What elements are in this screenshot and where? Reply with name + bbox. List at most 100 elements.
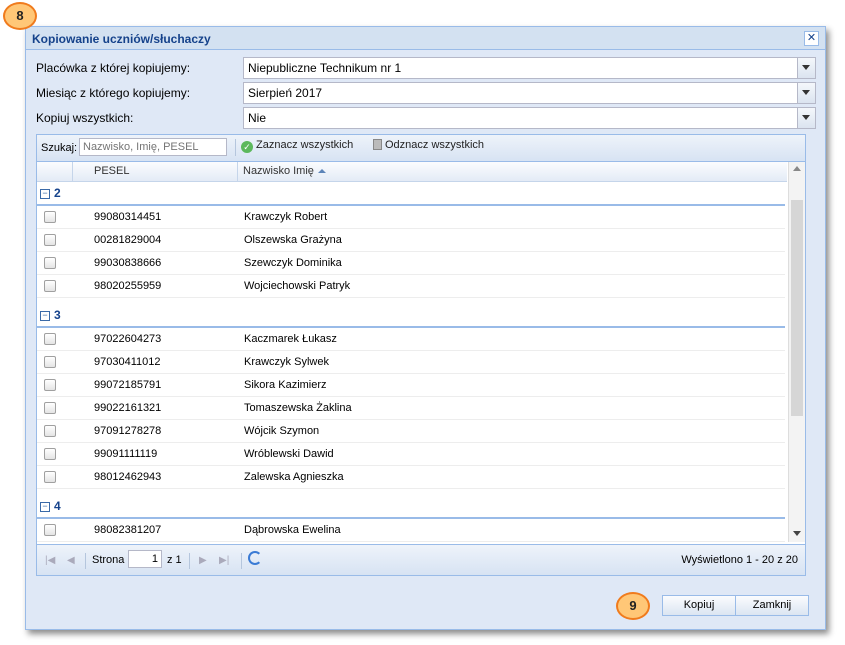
row-checkbox[interactable] [44,524,56,536]
row-checkbox[interactable] [44,425,56,437]
form-row-placowka: Placówka z której kopiujemy: Niepubliczn… [36,57,816,79]
search-input[interactable] [79,138,227,156]
paging-separator [85,553,86,569]
deselect-all-button[interactable]: Odznacz wszystkich [373,139,484,156]
grid-scrollbar[interactable] [788,162,805,542]
page-number-input[interactable] [128,550,162,568]
cell-pesel: 99030838666 [94,257,162,269]
row-checkbox[interactable] [44,448,56,460]
next-page-icon[interactable]: ▶ [199,555,207,566]
kopiuj-value: Nie [248,111,267,125]
copy-students-dialog: Kopiowanie uczniów/słuchaczy ✕ Placówka … [25,26,826,630]
table-row[interactable]: 98020255959 Wojciechowski Patryk [37,275,785,298]
cell-name: Wojciechowski Patryk [244,280,351,292]
table-row[interactable]: 98082381207 Dąbrowska Ewelina [37,519,785,542]
cell-name: Dąbrowska Ewelina [244,524,341,536]
first-page-icon[interactable]: |◀ [45,555,55,566]
row-checkbox[interactable] [44,379,56,391]
row-checkbox[interactable] [44,257,56,269]
cell-pesel: 98082381207 [94,524,162,536]
placowka-select[interactable]: Niepubliczne Technikum nr 1 [243,57,816,79]
sort-asc-icon [317,169,326,173]
column-header-pesel[interactable]: PESEL [94,162,129,181]
miesiac-label: Miesiąc z którego kopiujemy: [36,86,191,100]
table-row[interactable]: 98012462943 Zalewska Agnieszka [37,466,785,489]
row-checkbox[interactable] [44,280,56,292]
cell-name: Kaczmarek Łukasz [244,333,337,345]
toolbar-separator [235,139,236,156]
table-row[interactable]: 99072185791 Sikora Kazimierz [37,374,785,397]
cell-pesel: 97030411012 [94,356,161,368]
paging-info: Wyświetlono 1 - 20 z 20 [681,554,798,566]
group-label: 2 [54,186,61,200]
group-header[interactable]: −3 [37,304,785,328]
select-all-button[interactable]: ✓ Zaznacz wszystkich [241,139,353,156]
scrollbar-thumb[interactable] [791,200,803,416]
check-circle-icon: ✓ [241,141,253,153]
cell-pesel: 97022604273 [94,333,162,345]
page-label: Strona [92,554,125,566]
table-row[interactable]: 97022604273 Kaczmarek Łukasz [37,328,785,351]
table-row[interactable]: 99022161321 Tomaszewska Żaklina [37,397,785,420]
grid-body: −2 99080314451 Krawczyk Robert 00281829004 O… [37,182,787,542]
column-header-name-label: Nazwisko Imię [243,165,314,177]
deselect-all-label: Odznacz wszystkich [385,139,485,151]
group-header[interactable]: −2 [37,182,785,206]
cell-name: Tomaszewska Żaklina [244,402,352,414]
kopiuj-label: Kopiuj wszystkich: [36,111,134,125]
group-header[interactable]: −4 [37,495,785,519]
collapse-icon[interactable]: − [40,502,50,512]
column-header-name[interactable]: Nazwisko Imię [243,162,326,181]
callout-badge-8: 8 [3,2,37,30]
miesiac-select[interactable]: Sierpień 2017 [243,82,816,104]
students-grid-panel: Szukaj: ✓Zaznacz wszystkich Odznacz wszy… [36,134,806,576]
miesiac-dropdown-trigger[interactable] [797,83,815,103]
table-row[interactable]: 99091111119 Wróblewski Dawid [37,443,785,466]
row-checkbox[interactable] [44,234,56,246]
cell-pesel: 97091278278 [94,425,162,437]
placowka-dropdown-trigger[interactable] [797,58,815,78]
cell-pesel: 99022161321 [94,402,162,414]
chevron-down-icon [802,115,810,120]
cell-name: Sikora Kazimierz [244,379,327,391]
kopiuj-dropdown-trigger[interactable] [797,108,815,128]
scroll-up-icon[interactable] [793,166,801,171]
last-page-icon[interactable]: ▶| [219,555,229,566]
cell-pesel: 99072185791 [94,379,162,391]
page-total: z 1 [167,554,182,566]
search-label: Szukaj: [41,142,78,154]
table-row[interactable]: 99080314451 Krawczyk Robert [37,206,785,229]
row-checkbox[interactable] [44,471,56,483]
prev-page-icon[interactable]: ◀ [67,555,75,566]
cell-pesel: 99091111119 [94,448,158,460]
table-row[interactable]: 97091278278 Wójcik Szymon [37,420,785,443]
dialog-title: Kopiowanie uczniów/słuchaczy [32,32,211,46]
grid-toolbar: Szukaj: ✓Zaznacz wszystkich Odznacz wszy… [37,135,805,162]
collapse-icon[interactable]: − [40,189,50,199]
row-checkbox[interactable] [44,333,56,345]
row-checkbox[interactable] [44,211,56,223]
chevron-down-icon [802,90,810,95]
table-row[interactable]: 99030838666 Szewczyk Dominika [37,252,785,275]
copy-button[interactable]: Kopiuj [662,595,736,616]
close-icon[interactable]: ✕ [804,31,819,46]
paging-separator [189,553,190,569]
row-checkbox[interactable] [44,356,56,368]
grid-header: PESEL Nazwisko Imię [37,162,787,182]
cell-pesel: 99080314451 [94,211,162,223]
kopiuj-select[interactable]: Nie [243,107,816,129]
header-divider [237,162,238,181]
cell-name: Szewczyk Dominika [244,257,342,269]
row-checkbox[interactable] [44,402,56,414]
form-row-miesiac: Miesiąc z którego kopiujemy: Sierpień 20… [36,82,816,104]
refresh-icon[interactable] [248,551,262,565]
close-button[interactable]: Zamknij [735,595,809,616]
collapse-icon[interactable]: − [40,311,50,321]
form-row-kopiuj: Kopiuj wszystkich: Nie [36,107,816,129]
table-row[interactable]: 00281829004 Olszewska Grażyna [37,229,785,252]
cell-name: Krawczyk Robert [244,211,328,223]
cell-name: Krawczyk Sylwek [244,356,329,368]
table-row[interactable]: 97030411012 Krawczyk Sylwek [37,351,785,374]
placowka-value: Niepubliczne Technikum nr 1 [248,61,402,75]
scroll-down-icon[interactable] [793,531,801,536]
